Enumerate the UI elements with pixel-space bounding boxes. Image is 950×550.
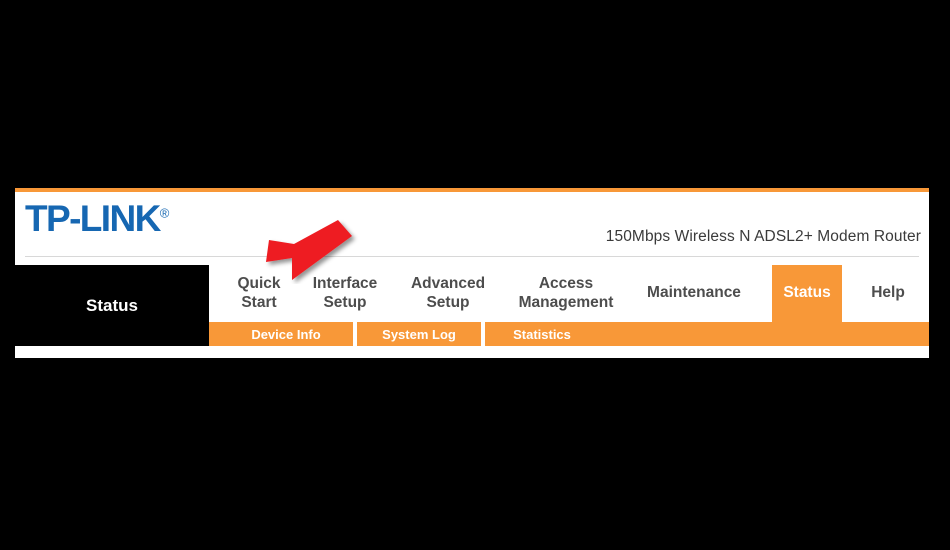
subnav-item-statistics[interactable]: Statistics [487, 322, 597, 346]
nav-item-advanced-setup[interactable]: Advanced Setup [399, 265, 497, 322]
registered-trademark-icon: ® [159, 205, 170, 221]
nav-item-interface-setup[interactable]: Interface Setup [299, 265, 391, 322]
router-admin-panel: TP-LINK® 150Mbps Wireless N ADSL2+ Modem… [15, 188, 929, 358]
nav-item-label-second-line: Management [518, 293, 614, 311]
nav-item-access-management[interactable]: Access Management [505, 265, 627, 322]
nav-item-label: Help [871, 284, 905, 302]
nav-item-label: Quick [237, 274, 281, 292]
nav-item-label-second-line: Setup [323, 293, 367, 311]
nav-item-label-second-line: Setup [426, 293, 470, 311]
subnav-item-device-info[interactable]: Device Info [221, 322, 351, 346]
subnav-separator-1 [353, 322, 357, 346]
nav-item-maintenance[interactable]: Maintenance [639, 265, 749, 322]
nav-item-label: Status [783, 284, 831, 302]
nav-item-label: Access [538, 274, 594, 292]
brand-name: TP-LINK [25, 198, 161, 239]
navigation-band: Status Quick Start Interface Setup Advanced S… [15, 261, 929, 346]
current-section-title: Status [15, 265, 209, 346]
model-name-label: 150Mbps Wireless N ADSL2+ Modem Router [605, 228, 921, 245]
subnav-separator-2 [481, 322, 485, 346]
sub-navigation: Device Info System Log Statistics [209, 322, 929, 346]
nav-item-label: Maintenance [647, 284, 741, 302]
nav-item-quick-start[interactable]: Quick Start [223, 265, 295, 322]
tp-link-logo: TP-LINK® [25, 200, 169, 237]
nav-item-label: Advanced [410, 274, 486, 292]
nav-item-help[interactable]: Help [857, 265, 919, 322]
nav-item-label-second-line: Start [241, 293, 277, 311]
header-divider [25, 256, 919, 257]
nav-item-label: Interface [312, 274, 378, 292]
nav-item-status[interactable]: Status [772, 265, 842, 322]
subnav-item-system-log[interactable]: System Log [359, 322, 479, 346]
panel-header: TP-LINK® 150Mbps Wireless N ADSL2+ Modem… [15, 192, 929, 257]
main-navigation: Quick Start Interface Setup Advanced Setup Acc… [209, 265, 929, 322]
